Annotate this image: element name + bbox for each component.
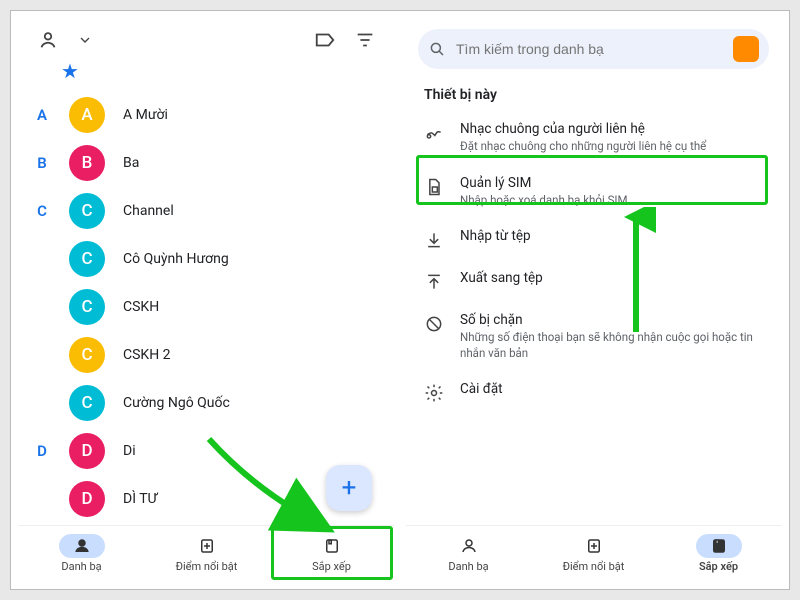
right-navbar: Danh bạ Điểm nổi bật Sắp xếp: [406, 525, 781, 581]
favorites-header[interactable]: ★: [19, 57, 394, 91]
setting-title: Cài đặt: [460, 381, 503, 397]
add-contact-fab[interactable]: +: [326, 465, 372, 511]
highlights-icon: [585, 537, 603, 555]
nav-label: Điểm nổi bật: [176, 560, 238, 573]
dropdown-chevron-icon[interactable]: [77, 29, 93, 51]
avatar: D: [69, 481, 105, 517]
setting-import[interactable]: Nhập từ tệp: [406, 218, 781, 260]
setting-blocked[interactable]: Số bị chặn Những số điện thoại bạn sẽ kh…: [406, 302, 781, 371]
setting-export[interactable]: Xuất sang tệp: [406, 260, 781, 302]
avatar: B: [69, 145, 105, 181]
setting-title: Nhập từ tệp: [460, 228, 531, 244]
setting-ringtone[interactable]: Nhạc chuông của người liên hệ Đặt nhạc c…: [406, 111, 781, 165]
settings-list: Nhạc chuông của người liên hệ Đặt nhạc c…: [406, 111, 781, 525]
contact-name: Channel: [123, 203, 174, 219]
nav-label: Điểm nổi bật: [563, 560, 625, 573]
filter-icon[interactable]: [354, 29, 376, 51]
organize-icon: [710, 537, 728, 555]
setting-title: Xuất sang tệp: [460, 270, 543, 286]
setting-title: Quản lý SIM: [460, 175, 628, 191]
nav-organize[interactable]: Sắp xếp: [269, 526, 394, 581]
account-icon[interactable]: [37, 29, 59, 51]
setting-title: Nhạc chuông của người liên hệ: [460, 121, 706, 137]
avatar: C: [69, 289, 105, 325]
setting-subtitle: Những số điện thoại bạn sẽ không nhận cu…: [460, 330, 763, 361]
avatar: C: [69, 385, 105, 421]
highlights-icon: [198, 537, 216, 555]
search-bar[interactable]: [418, 29, 769, 69]
nav-label: Danh bạ: [448, 560, 488, 573]
left-navbar: Danh bạ Điểm nổi bật Sắp xếp: [19, 525, 394, 581]
download-icon: [424, 230, 444, 250]
profile-avatar[interactable]: [733, 36, 759, 62]
index-letter: D: [33, 442, 51, 460]
nav-highlights[interactable]: Điểm nổi bật: [531, 526, 656, 581]
avatar: C: [69, 241, 105, 277]
contact-row[interactable]: C Cô Quỳnh Hương: [33, 235, 380, 283]
search-icon: [428, 40, 446, 58]
contact-row[interactable]: A A A Mười: [33, 91, 380, 139]
contact-name: CSKH: [123, 299, 159, 315]
nav-contacts[interactable]: Danh bạ: [19, 526, 144, 581]
contact-name: Ba: [123, 155, 139, 171]
nav-label: Sắp xếp: [312, 560, 351, 573]
contact-name: Cường Ngô Quốc: [123, 395, 230, 411]
ringtone-icon: [424, 123, 444, 143]
contact-row[interactable]: C CSKH: [33, 283, 380, 331]
setting-settings[interactable]: Cài đặt: [406, 371, 781, 413]
contact-row[interactable]: C Cường Ngô Quốc: [33, 379, 380, 427]
avatar: A: [69, 97, 105, 133]
sim-icon: [424, 177, 444, 197]
search-input[interactable]: [456, 41, 723, 57]
avatar: D: [69, 433, 105, 469]
phone-left: ★ A A A Mười B B Ba C C Channel C Cô Quỳ…: [19, 19, 394, 581]
index-letter: C: [33, 202, 51, 220]
avatar: C: [69, 193, 105, 229]
star-icon: ★: [61, 59, 79, 83]
upload-icon: [424, 272, 444, 292]
contact-name: CSKH 2: [123, 347, 171, 363]
nav-label: Danh bạ: [61, 560, 101, 573]
nav-highlights[interactable]: Điểm nổi bật: [144, 526, 269, 581]
contact-name: A Mười: [123, 107, 168, 123]
avatar: C: [69, 337, 105, 373]
organize-icon: [323, 537, 341, 555]
person-icon: [460, 537, 478, 555]
nav-organize[interactable]: Sắp xếp: [656, 526, 781, 581]
contact-name: Di: [123, 443, 136, 459]
label-icon[interactable]: [314, 29, 336, 51]
left-topbar: [19, 19, 394, 57]
index-letter: B: [33, 154, 51, 172]
setting-subtitle: Nhập hoặc xoá danh bạ khỏi SIM: [460, 193, 628, 209]
blocked-icon: [424, 314, 444, 334]
tutorial-frame: ★ A A A Mười B B Ba C C Channel C Cô Quỳ…: [10, 10, 790, 590]
contact-name: DÌ TƯ: [123, 491, 157, 507]
setting-title: Số bị chặn: [460, 312, 763, 328]
section-title: Thiết bị này: [406, 75, 781, 111]
contact-row[interactable]: C CSKH 2: [33, 331, 380, 379]
contact-name: Cô Quỳnh Hương: [123, 251, 229, 267]
phone-right: Thiết bị này Nhạc chuông của người liên …: [406, 19, 781, 581]
setting-sim[interactable]: Quản lý SIM Nhập hoặc xoá danh bạ khỏi S…: [406, 165, 781, 219]
nav-label: Sắp xếp: [699, 560, 738, 573]
contact-row[interactable]: D D Di: [33, 427, 380, 475]
nav-contacts[interactable]: Danh bạ: [406, 526, 531, 581]
gear-icon: [424, 383, 444, 403]
index-letter: A: [33, 106, 51, 124]
contact-row[interactable]: C C Channel: [33, 187, 380, 235]
person-icon: [73, 537, 91, 555]
contact-row[interactable]: B B Ba: [33, 139, 380, 187]
setting-subtitle: Đặt nhạc chuông cho những người liên hệ …: [460, 139, 706, 155]
contacts-list: A A A Mười B B Ba C C Channel C Cô Quỳnh…: [19, 91, 394, 525]
